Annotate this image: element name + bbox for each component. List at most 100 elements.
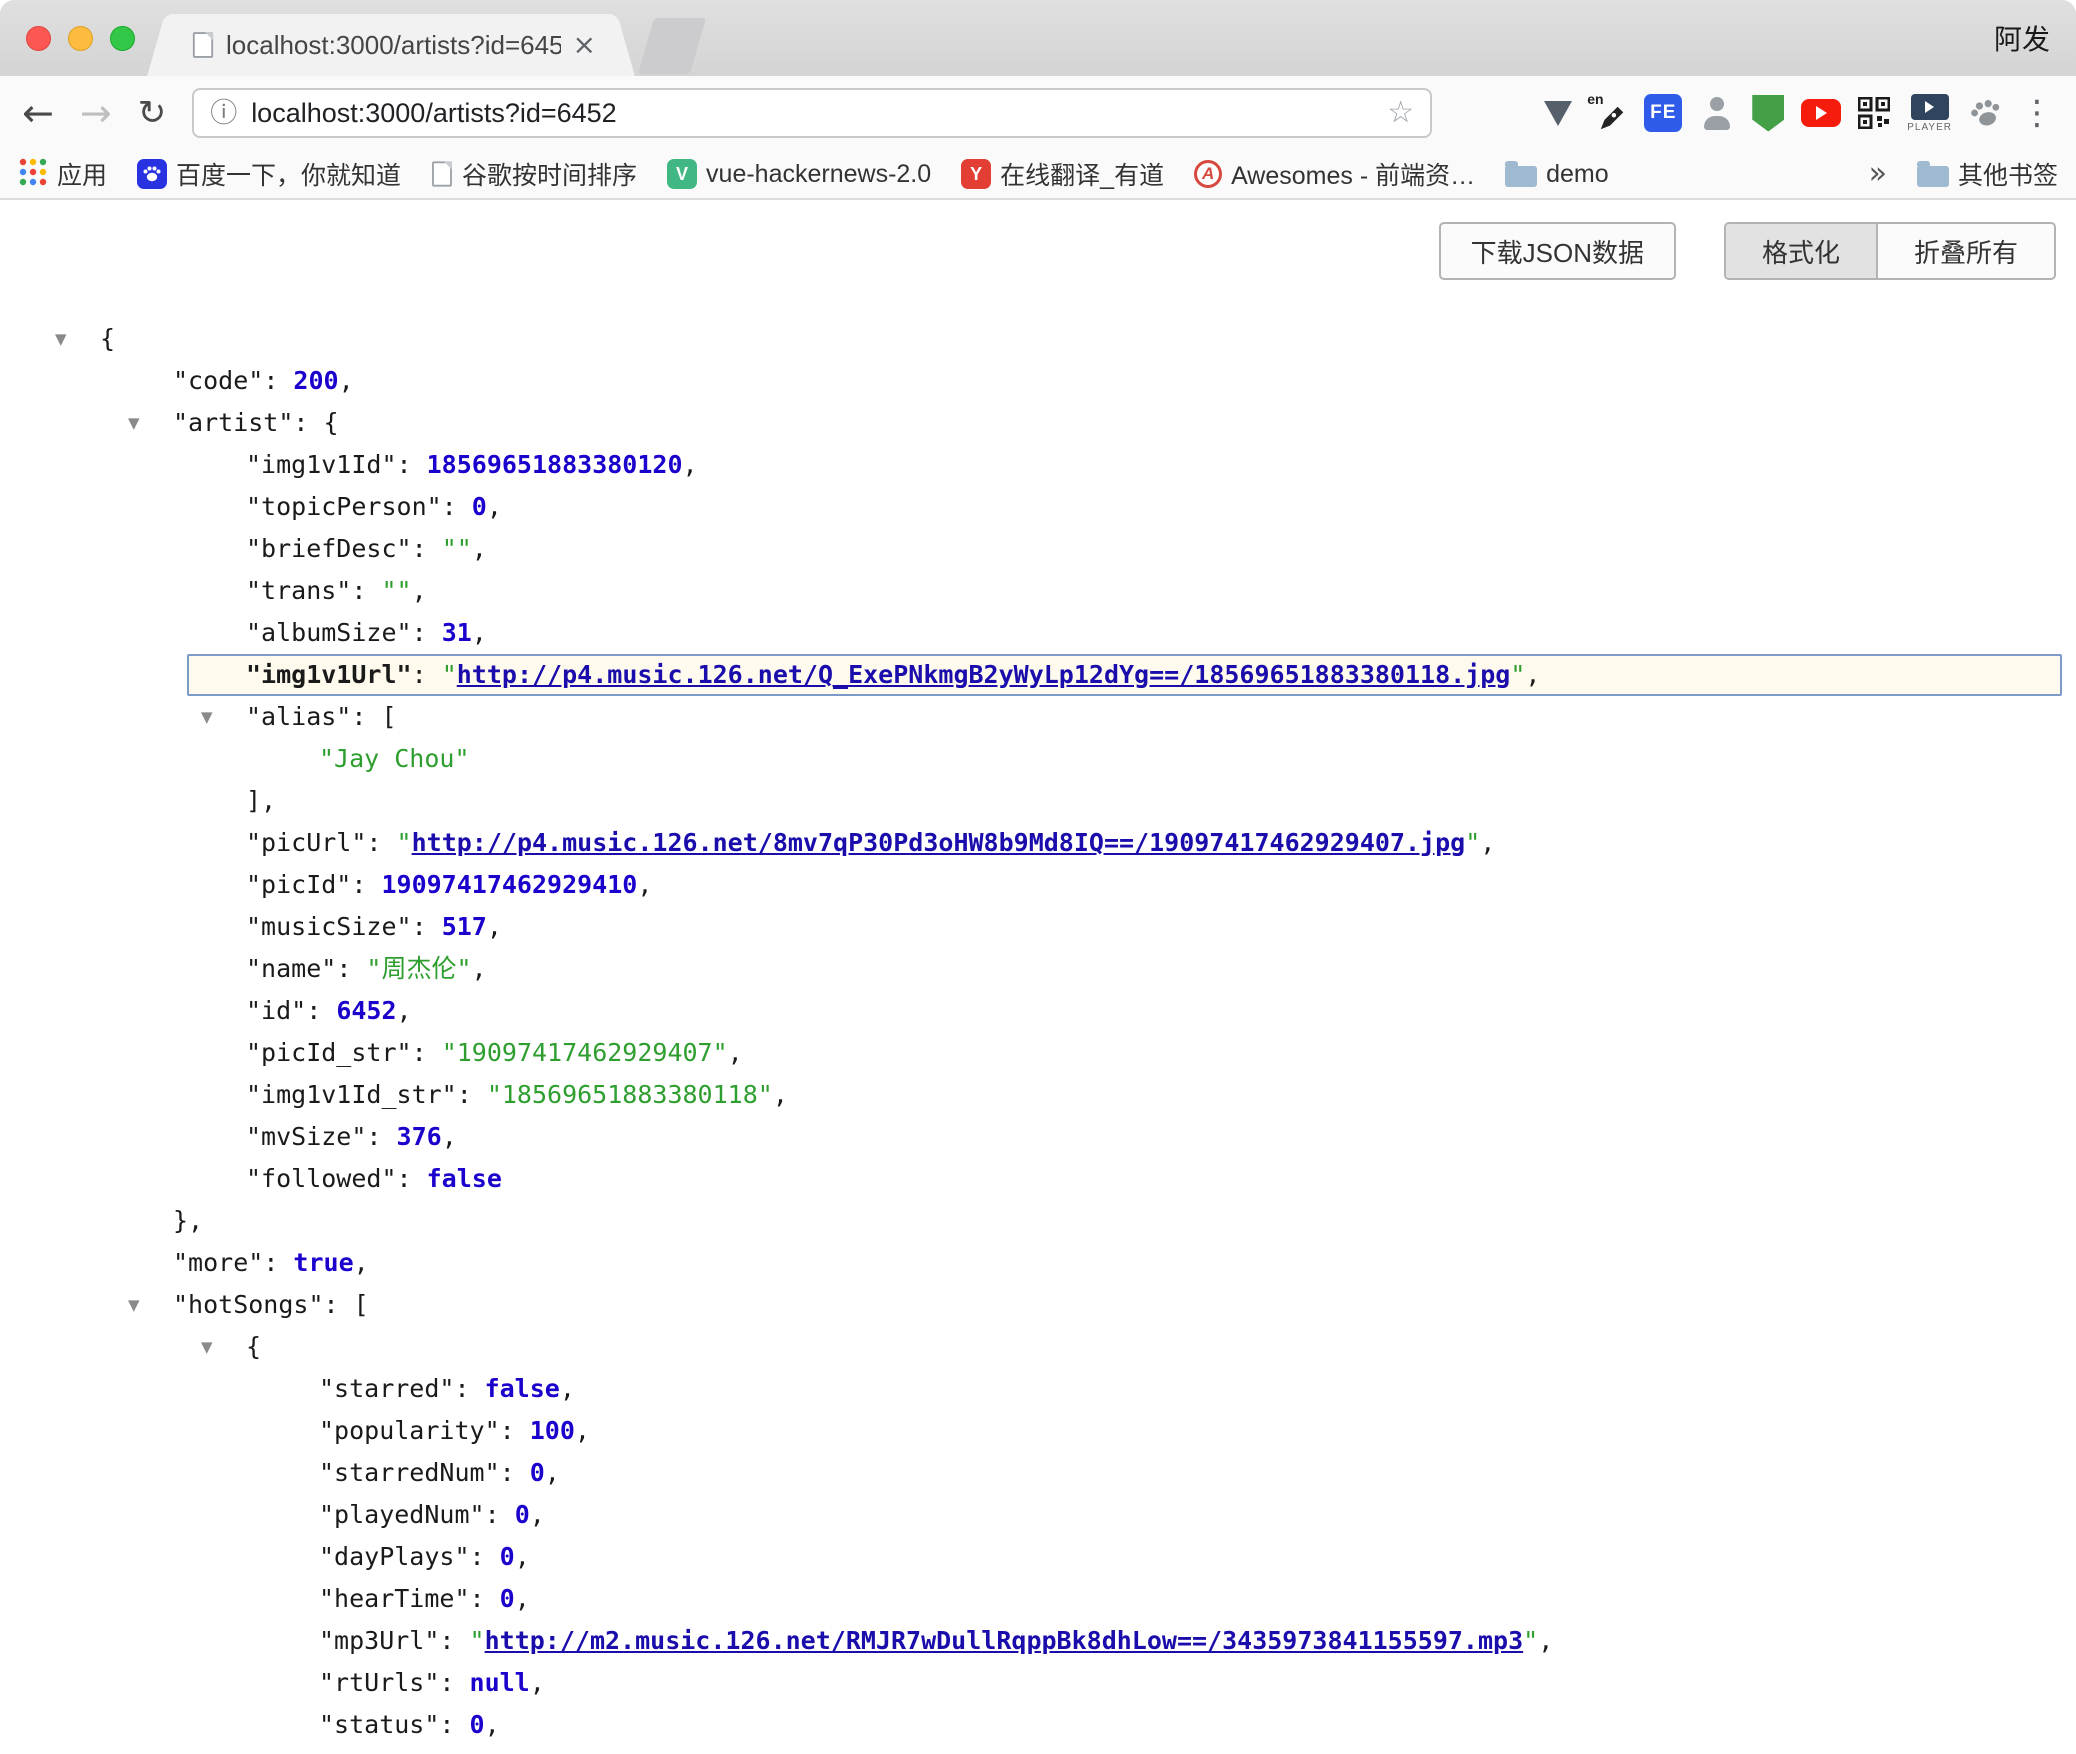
json-line-selected[interactable]: "img1v1Url": "http://p4.music.126.net/Q_… <box>187 654 2062 696</box>
json-line[interactable]: "hearTime": 0, <box>0 1578 2076 1620</box>
back-icon[interactable]: ← <box>22 94 54 132</box>
format-button[interactable]: 格式化 <box>1726 224 1878 278</box>
player-extension-icon[interactable]: PLAYER <box>1907 94 1952 133</box>
collapse-toggle-icon[interactable]: ▼ <box>201 1326 213 1368</box>
download-json-button[interactable]: 下载JSON数据 <box>1439 222 1676 280</box>
json-key: "alias" <box>246 702 351 731</box>
json-key: "img1v1Url" <box>246 660 412 689</box>
json-line[interactable]: "Jay Chou" <box>0 738 2076 780</box>
json-line[interactable]: "albumSize": 31, <box>0 612 2076 654</box>
json-line[interactable]: "playedNum": 0, <box>0 1494 2076 1536</box>
json-line[interactable]: "followed": false <box>0 1158 2076 1200</box>
close-tab-icon[interactable]: × <box>573 31 596 59</box>
json-punctuation: , <box>1538 1626 1553 1655</box>
json-keyword-value: false <box>485 1374 560 1403</box>
collapse-toggle-icon[interactable]: ▼ <box>55 318 67 360</box>
v-extension-icon[interactable] <box>1544 101 1572 126</box>
forward-icon[interactable]: → <box>80 94 112 132</box>
url-input[interactable]: localhost:3000/artists?id=6452 <box>251 98 1373 129</box>
collapse-toggle-icon[interactable]: ▼ <box>201 696 213 738</box>
json-link-value[interactable]: http://p4.music.126.net/Q_ExePNkmgB2yWyL… <box>457 660 1511 689</box>
profile-name[interactable]: 阿发 <box>1994 0 2050 76</box>
new-tab-button[interactable] <box>638 18 706 74</box>
qr-code-extension-icon[interactable] <box>1858 97 1890 129</box>
json-line[interactable]: "rtUrls": null, <box>0 1662 2076 1704</box>
json-line[interactable]: ▼{ <box>0 1326 2076 1368</box>
json-string-value: "" <box>442 534 472 563</box>
json-line[interactable]: "status": 0, <box>0 1704 2076 1746</box>
person-extension-icon[interactable] <box>1699 94 1735 132</box>
omnibox[interactable]: ⓘ localhost:3000/artists?id=6452 ☆ <box>192 88 1432 138</box>
json-link-value[interactable]: http://m2.music.126.net/RMJR7wDullRqppBk… <box>485 1626 1524 1655</box>
fe-extension-icon[interactable]: FE <box>1644 94 1682 132</box>
json-key: "img1v1Id_str" <box>246 1080 457 1109</box>
close-window-button[interactable] <box>26 26 51 51</box>
json-number-value: 6452 <box>336 996 396 1025</box>
json-punctuation: , <box>530 1500 545 1529</box>
site-info-icon[interactable]: ⓘ <box>210 100 237 127</box>
zoom-window-button[interactable] <box>110 26 135 51</box>
json-punctuation: , <box>1525 660 1540 689</box>
json-line[interactable]: }, <box>0 1200 2076 1242</box>
json-punctuation: : <box>412 912 442 941</box>
json-line[interactable]: "mvSize": 376, <box>0 1116 2076 1158</box>
json-key: "picId_str" <box>246 1038 412 1067</box>
json-punctuation: : <box>457 1080 487 1109</box>
json-line[interactable]: "trans": "", <box>0 570 2076 612</box>
json-punctuation: , <box>397 996 412 1025</box>
bookmark-item-baidu[interactable]: 百度一下，你就知道 <box>137 156 401 192</box>
json-line[interactable]: "mp3Url": "http://m2.music.126.net/RMJR7… <box>0 1620 2076 1662</box>
json-line[interactable]: "name": "周杰伦", <box>0 948 2076 990</box>
json-line[interactable]: "dayPlays": 0, <box>0 1536 2076 1578</box>
other-bookmarks[interactable]: 其他书签 <box>1917 156 2058 192</box>
json-punctuation: , <box>1480 828 1495 857</box>
json-line[interactable]: "img1v1Id_str": "18569651883380118", <box>0 1074 2076 1116</box>
bookmark-item-google-sort[interactable]: 谷歌按时间排序 <box>431 156 637 192</box>
collapse-toggle-icon[interactable]: ▼ <box>128 1284 140 1326</box>
json-line[interactable]: "popularity": 100, <box>0 1410 2076 1452</box>
shield-extension-icon[interactable] <box>1752 95 1784 132</box>
bookmarks-overflow-icon[interactable]: » <box>1869 159 1887 189</box>
json-line[interactable]: "picId": 19097417462929410, <box>0 864 2076 906</box>
minimize-window-button[interactable] <box>68 26 93 51</box>
bookmark-item-demo[interactable]: demo <box>1505 160 1609 189</box>
json-line[interactable]: "picId_str": "19097417462929407", <box>0 1032 2076 1074</box>
bookmark-label: 谷歌按时间排序 <box>462 156 637 192</box>
json-line[interactable]: "starred": false, <box>0 1368 2076 1410</box>
json-line[interactable]: "copyFrom": "", <box>0 1746 2076 1754</box>
json-link-value[interactable]: http://p4.music.126.net/8mv7qP30Pd3oHW8b… <box>412 828 1466 857</box>
json-key: "mp3Url" <box>319 1626 439 1655</box>
reload-icon[interactable]: ↻ <box>138 96 167 130</box>
json-line[interactable]: ▼"hotSongs": [ <box>0 1284 2076 1326</box>
bookmark-item-apps[interactable]: 应用 <box>18 156 107 192</box>
json-key: "musicSize" <box>246 912 412 941</box>
bookmark-item-awesomes[interactable]: A Awesomes - 前端资… <box>1194 156 1475 192</box>
json-line[interactable]: "topicPerson": 0, <box>0 486 2076 528</box>
browser-menu-icon[interactable]: ⋮ <box>2020 96 2054 130</box>
bookmark-star-icon[interactable]: ☆ <box>1387 98 1414 128</box>
json-line[interactable]: "id": 6452, <box>0 990 2076 1032</box>
json-line[interactable]: "code": 200, <box>0 360 2076 402</box>
bookmark-item-youdao[interactable]: Y 在线翻译_有道 <box>961 156 1164 192</box>
json-line[interactable]: "starredNum": 0, <box>0 1452 2076 1494</box>
collapse-all-button[interactable]: 折叠所有 <box>1878 224 2054 278</box>
json-key: "status" <box>319 1710 439 1739</box>
collapse-toggle-icon[interactable]: ▼ <box>128 402 140 444</box>
json-line[interactable]: ▼"alias": [ <box>0 696 2076 738</box>
bookmarks-bar: 应用 百度一下，你就知道 谷歌按时间排序 V vue-hackernews-2.… <box>0 150 2076 200</box>
youtube-extension-icon[interactable] <box>1801 99 1841 127</box>
json-line[interactable]: "picUrl": "http://p4.music.126.net/8mv7q… <box>0 822 2076 864</box>
json-line[interactable]: ▼{ <box>0 318 2076 360</box>
json-line[interactable]: ▼"artist": { <box>0 402 2076 444</box>
json-line[interactable]: "more": true, <box>0 1242 2076 1284</box>
json-line[interactable]: "briefDesc": "", <box>0 528 2076 570</box>
json-punctuation: , <box>683 450 698 479</box>
paw-extension-icon[interactable] <box>1969 96 2003 130</box>
bookmark-label: vue-hackernews-2.0 <box>706 160 931 189</box>
json-line[interactable]: "img1v1Id": 18569651883380120, <box>0 444 2076 486</box>
bookmark-item-vue-hackernews[interactable]: V vue-hackernews-2.0 <box>667 159 931 189</box>
json-line[interactable]: ], <box>0 780 2076 822</box>
translate-pen-icon[interactable]: en <box>1589 93 1627 133</box>
browser-tab[interactable]: localhost:3000/artists?id=645 × <box>172 14 610 76</box>
json-line[interactable]: "musicSize": 517, <box>0 906 2076 948</box>
